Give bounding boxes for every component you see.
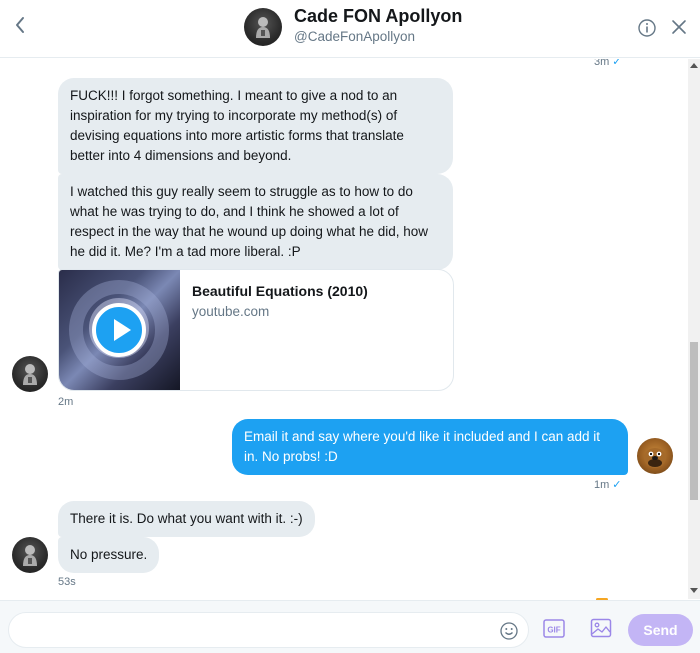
message-timestamp: 53s [58,576,76,588]
message-text: FUCK!!! I forgot something. I meant to g… [70,88,408,163]
message-timestamp: 3m ✓ [594,59,622,68]
video-thumbnail[interactable] [59,270,180,390]
scroll-up-icon[interactable] [690,63,698,68]
message-timestamp: 1m ✓ [594,479,622,491]
info-button[interactable] [637,18,657,38]
link-card[interactable]: Beautiful Equations (2010) youtube.com [58,269,454,391]
message-text: There it is. Do what you want with it. :… [70,511,303,526]
emoji-icon [500,622,518,640]
conversation-handle: @CadeFonApollyon [294,29,416,44]
avatar[interactable] [12,356,48,392]
scroll-down-icon[interactable] [690,588,698,593]
card-title[interactable]: Beautiful Equations (2010) [192,283,368,299]
message-bubble-outgoing[interactable]: Email it and say where you'd like it inc… [232,419,628,475]
message-input[interactable] [19,617,489,643]
avatar[interactable] [637,438,673,474]
card-domain: youtube.com [192,304,270,319]
play-icon[interactable] [92,303,146,357]
read-check-icon: ✓ [612,479,622,491]
message-bubble[interactable]: No pressure. [58,537,160,573]
close-icon [672,20,686,34]
conversation-name[interactable]: Cade FON Apollyon [294,6,462,27]
message-text: I watched this guy really seem to strugg… [70,184,432,259]
emoji-button[interactable] [499,621,519,641]
image-icon [590,618,612,638]
message-bubble[interactable]: There it is. Do what you want with it. :… [58,501,315,537]
scroll-thumb[interactable] [690,342,698,500]
back-button[interactable] [13,14,33,36]
send-button[interactable]: Send [628,614,693,646]
read-check-icon: ✓ [612,59,622,68]
message-timestamp: 2m [58,396,74,408]
message-input-wrapper[interactable] [8,612,529,648]
avatar[interactable] [12,537,48,573]
conversation-header: Cade FON Apollyon @CadeFonApollyon [0,0,700,58]
gif-button[interactable]: GIF [543,619,565,638]
info-icon [638,19,656,37]
avatar[interactable] [244,8,282,46]
svg-text:GIF: GIF [547,625,560,634]
message-bubble[interactable]: I watched this guy really seem to strugg… [58,174,453,270]
close-button[interactable] [670,18,688,36]
image-button[interactable] [590,618,612,638]
scrollbar[interactable] [688,59,700,599]
message-text: No pressure. [70,547,148,562]
chevron-left-icon [16,17,24,33]
message-list[interactable]: 3m ✓ FUCK!!! I forgot something. I meant … [0,59,688,599]
message-bubble[interactable]: FUCK!!! I forgot something. I meant to g… [58,78,453,174]
message-text: Email it and say where you'd like it inc… [244,429,604,464]
gif-icon: GIF [543,619,565,638]
